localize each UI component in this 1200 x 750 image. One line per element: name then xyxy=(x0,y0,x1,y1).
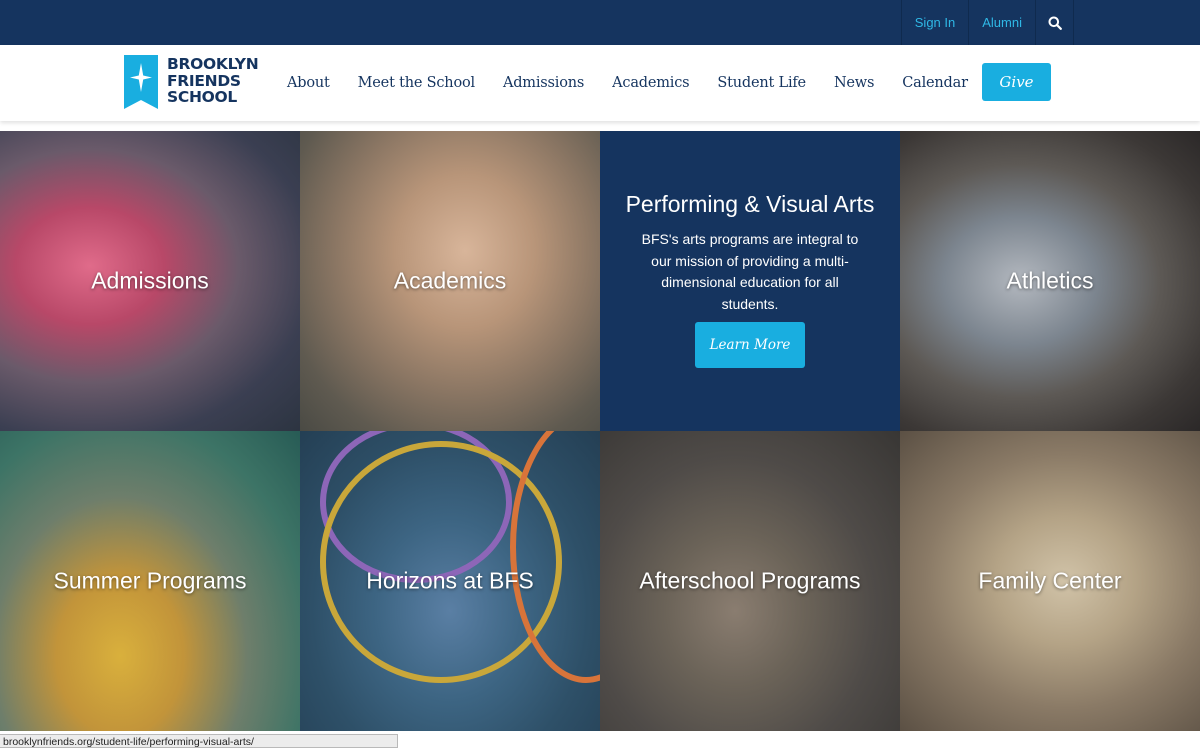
tile-label-admissions: Admissions xyxy=(91,267,209,294)
logo-line-1: BROOKLYN xyxy=(167,55,259,73)
sign-in-link[interactable]: Sign In xyxy=(900,0,968,45)
tile-label-afterschool-programs: Afterschool Programs xyxy=(639,567,861,594)
primary-nav: About Meet the School Admissions Academi… xyxy=(287,45,996,121)
nav-calendar[interactable]: Calendar xyxy=(902,75,968,91)
logo-line-2: FRIENDS xyxy=(167,71,241,90)
tile-label-summer-programs: Summer Programs xyxy=(53,567,247,594)
nav-academics[interactable]: Academics xyxy=(612,75,689,91)
utility-bar: Sign In Alumni xyxy=(0,0,1200,45)
alumni-link[interactable]: Alumni xyxy=(968,0,1036,45)
nav-about[interactable]: About xyxy=(287,75,330,91)
school-logo[interactable]: BROOKLYN FRIENDS SCHOOL xyxy=(124,55,259,109)
tile-performing-visual-arts[interactable]: Performing & Visual Arts BFS's arts prog… xyxy=(600,131,900,431)
tile-label-horizons-at-bfs: Horizons at BFS xyxy=(366,567,534,594)
program-tile-grid: Admissions Academics Performing & Visual… xyxy=(0,131,1200,731)
tile-label-athletics: Athletics xyxy=(1006,267,1094,294)
tile-horizons-at-bfs[interactable]: Horizons at BFS xyxy=(300,431,600,731)
nav-student-life[interactable]: Student Life xyxy=(717,75,806,91)
tile-summer-programs[interactable]: Summer Programs xyxy=(0,431,300,731)
search-button[interactable] xyxy=(1036,0,1074,45)
learn-more-button[interactable]: Learn More xyxy=(695,322,805,368)
utility-links: Sign In Alumni xyxy=(900,0,1074,45)
tile-label-family-center: Family Center xyxy=(978,567,1122,594)
tile-athletics[interactable]: Athletics xyxy=(900,131,1200,431)
performing-arts-title: Performing & Visual Arts xyxy=(625,191,875,217)
star-flag-icon xyxy=(124,55,158,109)
tile-admissions[interactable]: Admissions xyxy=(0,131,300,431)
tile-academics[interactable]: Academics xyxy=(300,131,600,431)
tile-family-center[interactable]: Family Center xyxy=(900,431,1200,731)
give-button[interactable]: Give xyxy=(982,63,1051,101)
logo-line-3: SCHOOL xyxy=(167,88,237,106)
nav-meet-the-school[interactable]: Meet the School xyxy=(358,75,475,91)
nav-admissions[interactable]: Admissions xyxy=(503,75,584,91)
nav-news[interactable]: News xyxy=(834,75,875,91)
search-icon xyxy=(1048,16,1062,30)
tile-label-academics: Academics xyxy=(393,267,507,294)
browser-status-url: brooklynfriends.org/student-life/perform… xyxy=(0,734,398,748)
performing-arts-description: BFS's arts programs are integral to our … xyxy=(641,231,859,312)
tile-afterschool-programs[interactable]: Afterschool Programs xyxy=(600,431,900,731)
main-header: BROOKLYN FRIENDS SCHOOL About Meet the S… xyxy=(0,45,1200,121)
logo-wordmark: BROOKLYN FRIENDS SCHOOL xyxy=(167,55,259,106)
